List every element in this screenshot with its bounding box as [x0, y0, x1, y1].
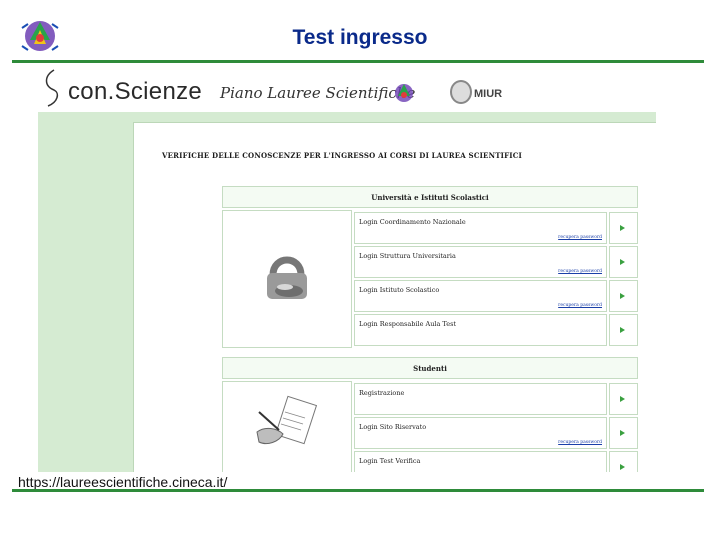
arrow-right-icon [620, 327, 625, 333]
website-screenshot: con.Scienze Piano Lauree Scientifiche MI… [38, 64, 656, 472]
row-label: Login Coordinamento Nazionale [359, 218, 466, 226]
go-button[interactable] [609, 280, 638, 312]
recover-password-link[interactable]: recupera password [558, 235, 602, 240]
padlock-icon [267, 256, 307, 299]
row-label: Registrazione [359, 389, 405, 397]
recover-password-link[interactable]: recupera password [558, 303, 602, 308]
row-registrazione[interactable]: Registrazione [354, 383, 607, 415]
left-rail [38, 122, 133, 472]
writing-image-cell [222, 381, 352, 472]
go-button[interactable] [609, 246, 638, 278]
top-divider [12, 60, 704, 63]
bottom-divider [12, 489, 704, 492]
section-header-studenti: Studenti [222, 357, 638, 379]
program-name: Piano Lauree Scientifiche [220, 84, 416, 102]
go-button[interactable] [609, 417, 638, 449]
slide-title: Test ingresso [292, 26, 428, 49]
padlock-image-cell [222, 210, 352, 348]
row-label: Login Sito Riservato [359, 423, 427, 431]
go-button[interactable] [609, 314, 638, 346]
site-url: https://laureescientifiche.cineca.it/ [18, 474, 228, 490]
row-login-sito-riservato[interactable]: Login Sito Riservato recupera password [354, 417, 607, 449]
row-label: Login Struttura Universitaria [359, 252, 456, 260]
site-header: con.Scienze Piano Lauree Scientifiche MI… [38, 64, 656, 112]
row-login-coordinamento[interactable]: Login Coordinamento Nazionale recupera p… [354, 212, 607, 244]
program-logo-icon [390, 79, 418, 107]
row-label: Login Test Verifica [359, 457, 421, 465]
content-area: VERIFICHE DELLE CONOSCENZE PER L'INGRESS… [133, 122, 656, 472]
arrow-right-icon [620, 259, 625, 265]
section-header-universita: Università e Istituti Scolastici [222, 186, 638, 208]
republic-seal-icon [450, 80, 472, 104]
arrow-right-icon [620, 430, 625, 436]
header-band [38, 112, 656, 122]
arrow-right-icon [620, 225, 625, 231]
row-login-struttura[interactable]: Login Struttura Universitaria recupera p… [354, 246, 607, 278]
row-login-responsabile[interactable]: Login Responsabile Aula Test [354, 314, 607, 346]
arrow-right-icon [620, 293, 625, 299]
go-button[interactable] [609, 383, 638, 415]
site-brand: con.Scienze [68, 78, 203, 105]
arrow-right-icon [620, 464, 625, 470]
row-label: Login Istituto Scolastico [359, 286, 440, 294]
row-login-test-verifica[interactable]: Login Test Verifica [354, 451, 607, 472]
go-button[interactable] [609, 451, 638, 472]
recover-password-link[interactable]: recupera password [558, 440, 602, 445]
conscienze-logo-icon [40, 68, 64, 108]
arrow-right-icon [620, 396, 625, 402]
page-heading: VERIFICHE DELLE CONOSCENZE PER L'INGRESS… [162, 151, 522, 160]
row-login-istituto[interactable]: Login Istituto Scolastico recupera passw… [354, 280, 607, 312]
go-button[interactable] [609, 212, 638, 244]
row-label: Login Responsabile Aula Test [359, 320, 457, 328]
writing-hand-icon [256, 395, 318, 445]
recover-password-link[interactable]: recupera password [558, 269, 602, 274]
ministry-label: MIUR [474, 88, 503, 100]
